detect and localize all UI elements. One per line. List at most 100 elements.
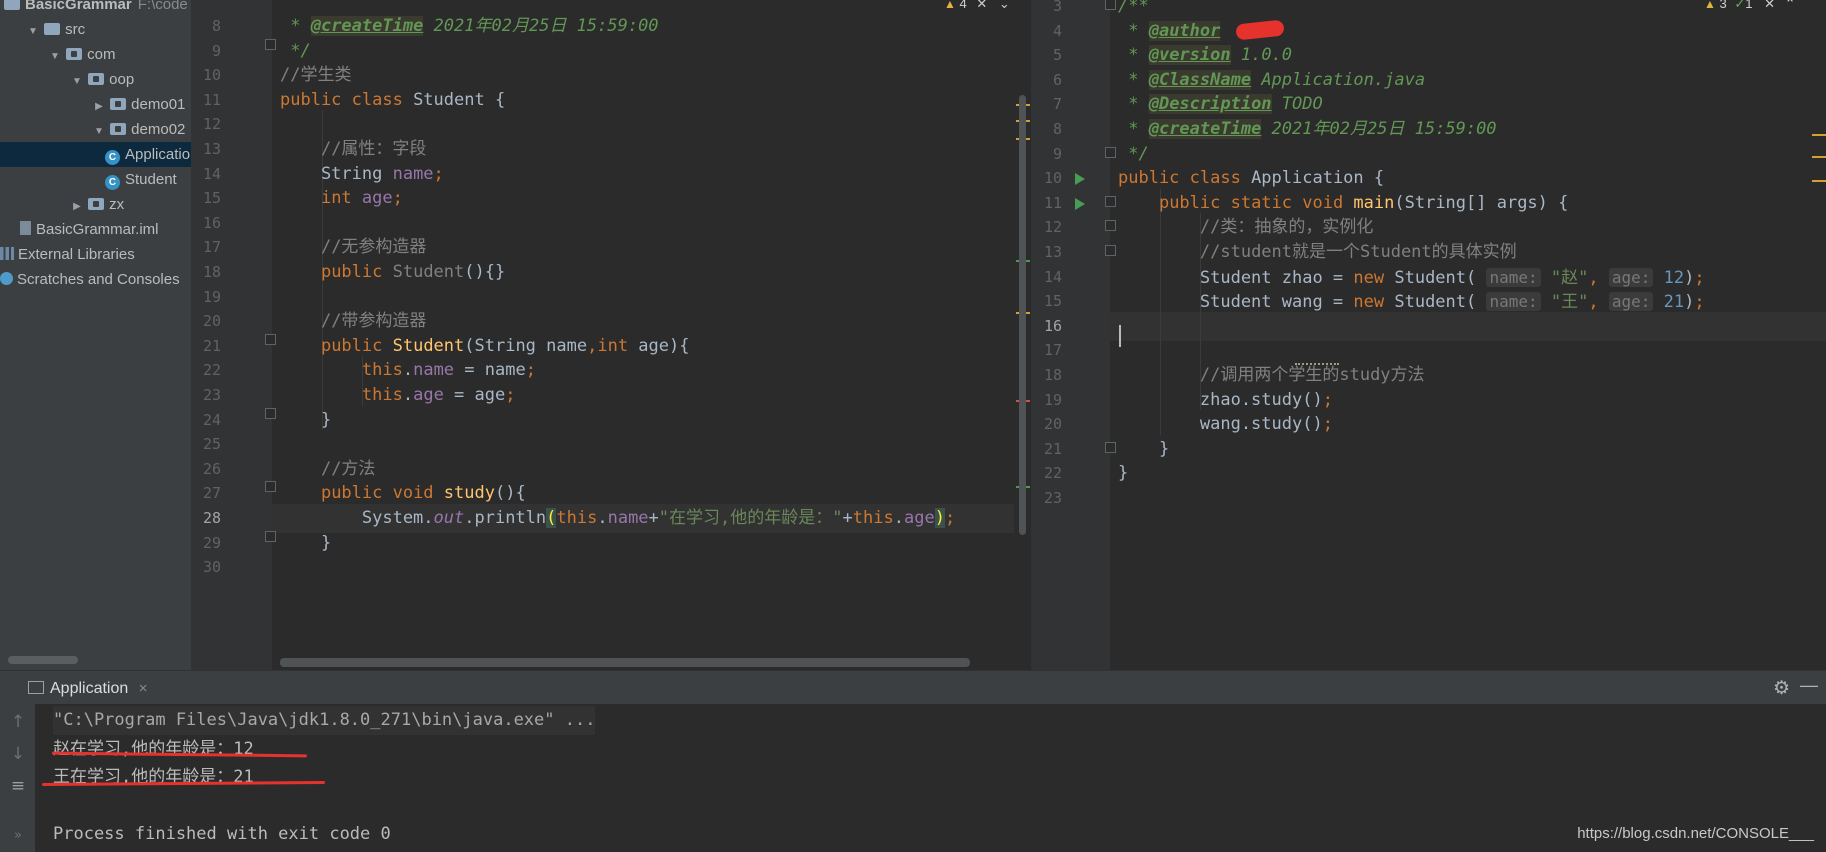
tree-item-basicgrammar-iml[interactable]: BasicGrammar.iml [0, 217, 191, 242]
code-fold-icon[interactable] [265, 407, 276, 419]
code-fold-icon[interactable] [265, 481, 276, 493]
code-line[interactable]: * @createTime 2021年02月25日 15:59:00 [280, 12, 659, 41]
console-line: 赵在学习,他的年龄是：12 [53, 738, 254, 759]
code-line[interactable]: System.out.println(this.name+"在学习,他的年龄是：… [280, 504, 955, 533]
code-token: this [556, 508, 598, 528]
code-token: ; [1694, 292, 1705, 313]
parameter-hint: name: [1486, 267, 1541, 287]
tree-item-scratches-and-consoles[interactable]: Scratches and Consoles [0, 267, 191, 292]
code-token: * [1118, 45, 1149, 66]
run-console-icon [28, 681, 44, 694]
chevron-down-icon[interactable]: ▼ [70, 69, 84, 94]
right-editor[interactable]: /** * @author * @version 1.0.0 * @ClassN… [1110, 0, 1826, 670]
close-icon[interactable]: ✕ [1764, 0, 1775, 11]
tree-item-demo01[interactable]: ▶ demo01 [0, 92, 191, 117]
left-editor-warnings[interactable]: ▲ 4 ✕ ⌄ [944, 0, 1010, 12]
editor-splitter[interactable] [1031, 0, 1032, 670]
scroll-up-icon[interactable]: ↑ [9, 712, 27, 732]
code-fold-icon[interactable] [265, 333, 276, 345]
code-fold-icon[interactable] [1105, 441, 1116, 453]
run-gutter-icon[interactable] [1075, 173, 1085, 186]
code-fold-icon[interactable] [265, 530, 276, 542]
chevron-down-icon[interactable]: ⌄ [999, 0, 1010, 11]
folder-icon [4, 0, 20, 10]
code-token: this [852, 508, 894, 528]
scroll-down-icon[interactable]: ↓ [9, 744, 27, 764]
code-token: public void [320, 483, 444, 504]
library-icon [0, 247, 14, 260]
code-fold-icon[interactable] [1105, 245, 1116, 256]
error-stripe-mark[interactable] [1812, 180, 1826, 182]
chevron-down-icon[interactable]: ▼ [26, 19, 40, 44]
left-horizontal-scrollbar[interactable] [280, 658, 970, 667]
check-icon: ✓ [1734, 0, 1746, 11]
soft-wrap-icon[interactable]: ≡ [9, 776, 27, 796]
tree-item-oop[interactable]: ▼ oop [0, 67, 191, 92]
close-tab-icon[interactable]: × [139, 680, 148, 697]
more-actions-icon[interactable]: » [9, 828, 27, 843]
tree-horizontal-scrollbar[interactable] [8, 656, 78, 664]
minimize-icon[interactable]: — [1800, 675, 1818, 696]
code-fold-icon[interactable] [265, 38, 276, 50]
right-editor-warnings[interactable]: ▲ 3 ✓1 ✕ ⌃ [1704, 0, 1796, 12]
code-token: public class [280, 89, 414, 110]
code-line[interactable]: } [1118, 459, 1128, 488]
chevron-down-icon[interactable]: ▼ [48, 44, 62, 69]
code-line[interactable]: public class Student { [280, 86, 505, 115]
left-vertical-scrollbar[interactable] [1019, 95, 1026, 535]
code-token: @version [1148, 45, 1231, 66]
run-console[interactable]: ↑ ↓ ≡ » "C:\Program Files\Java\jdk1.8.0_… [0, 704, 1826, 852]
settings-gear-icon[interactable]: ⚙ [1773, 677, 1790, 700]
code-token: //调用两个学生的study方法 [1199, 365, 1425, 385]
code-token: . [402, 385, 414, 405]
code-token: , [1588, 292, 1609, 313]
tree-item-src[interactable]: ▼ src [0, 17, 191, 42]
tree-item-student[interactable]: C Student [0, 167, 191, 192]
code-line[interactable]: * @createTime 2021年02月25日 15:59:00 [1118, 115, 1497, 144]
chevron-down-icon[interactable]: ▼ [92, 119, 106, 144]
code-fold-icon[interactable] [1105, 0, 1116, 10]
code-line[interactable]: Student wang = new Student( name: "王", a… [1118, 287, 1705, 316]
code-line[interactable]: } [280, 406, 331, 435]
code-token: "在学习,他的年龄是：" [658, 508, 843, 528]
code-token: /** [1118, 0, 1149, 16]
code-token: + [648, 508, 659, 528]
code-fold-icon[interactable] [1105, 195, 1116, 207]
code-token: * [1118, 69, 1149, 90]
tree-item-external-libraries[interactable]: External Libraries [0, 242, 191, 267]
code-token: 12 [1663, 267, 1685, 288]
code-token: (){ [494, 483, 526, 504]
tree-item-com[interactable]: ▼ com [0, 42, 191, 67]
error-stripe-mark[interactable] [1812, 156, 1826, 158]
code-token: name [607, 508, 649, 528]
chevron-right-icon[interactable]: ▶ [92, 94, 106, 119]
code-fold-icon[interactable] [1105, 146, 1116, 158]
code-token: ( [546, 508, 557, 528]
tree-item-application[interactable]: C Application [0, 142, 191, 167]
tree-item-demo02[interactable]: ▼ demo02 [0, 117, 191, 142]
run-tab[interactable]: Application × [20, 674, 156, 707]
warning-icon: ▲ [944, 0, 956, 11]
code-line[interactable]: public Student(){} [280, 258, 505, 287]
code-line[interactable]: } [280, 529, 331, 558]
tree-item-label: demo01 [131, 96, 186, 113]
chevron-up-icon[interactable]: ⌃ [1785, 0, 1796, 11]
code-line[interactable]: int age; [280, 184, 403, 213]
code-token: 1.0.0 [1230, 45, 1293, 66]
left-editor[interactable]: * @createTime 2021年02月25日 15:59:00 */ //学… [272, 0, 1032, 670]
chevron-right-icon[interactable]: ▶ [70, 194, 84, 219]
code-token: ; [1322, 414, 1333, 435]
code-fold-icon[interactable] [1105, 220, 1116, 232]
run-gutter-icon[interactable] [1075, 197, 1085, 210]
close-icon[interactable]: ✕ [976, 0, 987, 11]
parameter-hint: age: [1608, 292, 1654, 312]
code-token: //学生类 [280, 65, 352, 86]
tree-item-zx[interactable]: ▶ zx [0, 192, 191, 217]
code-token: 21 [1663, 292, 1685, 313]
error-stripe-mark[interactable] [1812, 134, 1826, 136]
code-token: } [280, 532, 332, 553]
code-token: //student就是一个Student的具体实例 [1199, 242, 1517, 262]
code-token: new [1353, 292, 1395, 313]
tree-item-basicgrammar[interactable]: BasicGrammar F:\code [0, 0, 191, 17]
tree-item-label: demo02 [131, 121, 186, 138]
